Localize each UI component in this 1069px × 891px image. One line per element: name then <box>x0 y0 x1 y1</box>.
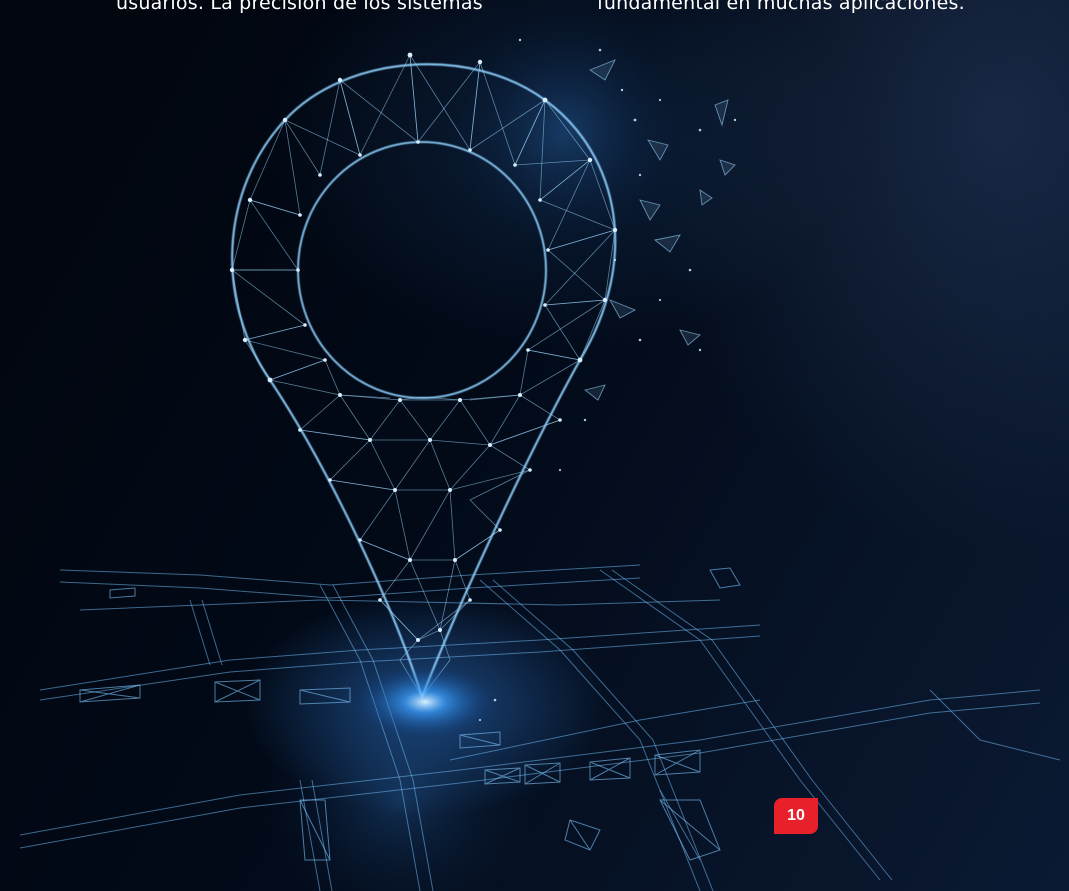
street-map <box>19 564 1061 891</box>
pin-tip-glow <box>355 666 495 738</box>
page-number-badge: 10 <box>774 798 818 834</box>
page: usuarios. La precisión de los sistemas f… <box>0 0 1069 891</box>
wireframe-illustration <box>19 10 1061 891</box>
